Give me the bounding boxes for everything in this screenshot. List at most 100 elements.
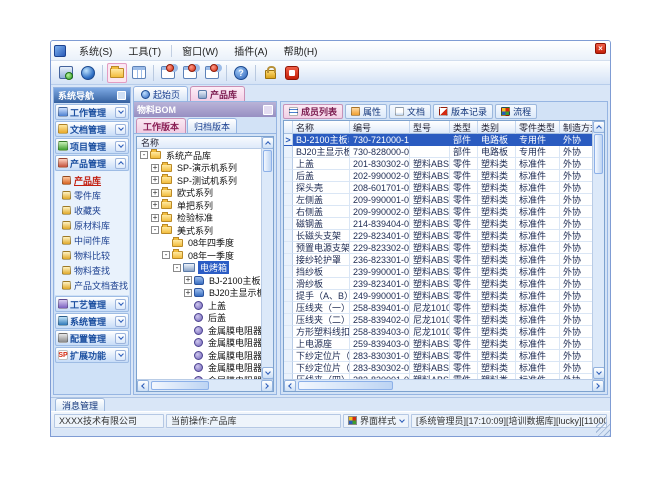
table-row[interactable]: 压线夹（一）258-839401-00X尼龙1010零件塑料类标准件外协条	[284, 302, 592, 314]
table-row[interactable]: 右侧盖209-990002-01X塑料ABS零件塑料类标准件外协条	[284, 206, 592, 218]
table-row[interactable]: 后盖202-990002-01X塑料ABS零件塑料类标准件外协条	[284, 170, 592, 182]
table-row[interactable]: 左侧盖209-990001-01X塑料ABS零件塑料类标准件外协条	[284, 194, 592, 206]
expand-icon[interactable]: +	[151, 164, 159, 172]
tree-node[interactable]: +单把系列	[137, 199, 261, 212]
scroll-down-icon[interactable]	[593, 367, 605, 379]
tab-流程[interactable]: 流程	[495, 104, 537, 119]
chevron-up-icon[interactable]	[115, 158, 126, 169]
scrollbar-thumb[interactable]	[594, 134, 603, 174]
toolbar-button-report-grid[interactable]	[129, 63, 149, 83]
table-header-制造方式[interactable]: 制造方式	[560, 121, 592, 134]
tree-node[interactable]: -系统产品库	[137, 149, 261, 162]
sidebar-group-4[interactable]: 工艺管理	[55, 296, 129, 312]
expand-icon[interactable]: +	[151, 201, 159, 209]
scrollbar-thumb[interactable]	[263, 150, 272, 172]
tree-node[interactable]: +上盖	[137, 299, 261, 312]
scroll-up-icon[interactable]	[262, 137, 274, 149]
tree-node[interactable]: -08年一季度	[137, 249, 261, 262]
scroll-right-icon[interactable]	[592, 380, 604, 392]
table-header-零件类型[interactable]: 零件类型	[516, 121, 560, 134]
scroll-left-icon[interactable]	[137, 380, 149, 392]
sidebar-group-6[interactable]: 配置管理	[55, 330, 129, 346]
sidebar-item-收藏夹[interactable]: 收藏夹	[55, 203, 129, 218]
tree-node[interactable]: +金属膜电阻器	[137, 349, 261, 362]
tab-工作版本[interactable]: 工作版本	[136, 118, 186, 133]
table-row[interactable]: 磁钢盖214-839404-01X塑料ABS零件塑料类标准件外协条	[284, 218, 592, 230]
menu-item-4[interactable]: 帮助(H)	[276, 41, 326, 60]
toolbar-button-globe[interactable]	[78, 63, 98, 83]
toolbar-button-report-edit[interactable]	[180, 63, 200, 83]
table-horizontal-scrollbar[interactable]	[284, 379, 604, 391]
collapse-icon[interactable]: -	[173, 264, 181, 272]
chevron-down-icon[interactable]	[115, 350, 126, 361]
table-row[interactable]: 滑纱板239-823401-00X塑料ABS零件塑料类标准件外协条	[284, 278, 592, 290]
table-row[interactable]: 探头壳208-601701-01X塑料ABS零件塑料类标准件外协条	[284, 182, 592, 194]
scroll-left-icon[interactable]	[284, 380, 296, 392]
table-header-类别[interactable]: 类别	[478, 121, 516, 134]
tab-版本记录[interactable]: 版本记录	[433, 104, 493, 119]
collapse-icon[interactable]: -	[151, 226, 159, 234]
chevron-down-icon[interactable]	[115, 141, 126, 152]
toolbar-button-folder-open[interactable]	[107, 63, 127, 83]
tree-node[interactable]: -电烤箱	[137, 262, 261, 275]
scroll-down-icon[interactable]	[262, 367, 274, 379]
tree-node[interactable]: +金属膜电阻器	[137, 362, 261, 375]
menu-item-0[interactable]: 系统(S)	[71, 41, 120, 60]
scrollbar-thumb[interactable]	[151, 381, 209, 390]
expand-icon[interactable]: +	[151, 214, 159, 222]
chevron-down-icon[interactable]	[115, 124, 126, 135]
sidebar-group-2[interactable]: 项目管理	[55, 138, 129, 154]
resize-grip[interactable]	[596, 422, 610, 436]
tree-node[interactable]: +金属膜电阻器	[137, 324, 261, 337]
scrollbar-thumb[interactable]	[298, 381, 393, 390]
toolbar-button-lock[interactable]	[260, 63, 280, 83]
table-row[interactable]: 下纱定位片（左）283-830301-00X塑料ABS零件塑料类标准件外协条	[284, 350, 592, 362]
table-header-型号[interactable]: 型号	[410, 121, 450, 134]
menu-item-1[interactable]: 工具(T)	[120, 41, 169, 60]
tree-column-header[interactable]: 名称	[137, 137, 261, 149]
tree-node[interactable]: +SP-演示机系列	[137, 162, 261, 175]
table-vertical-scrollbar[interactable]	[592, 121, 604, 379]
close-tab-icon[interactable]: ×	[595, 43, 606, 54]
sidebar-item-零件库[interactable]: 零件库	[55, 188, 129, 203]
tree-node[interactable]: -美式系列	[137, 224, 261, 237]
tree-horizontal-scrollbar[interactable]	[137, 379, 273, 391]
table-row[interactable]: 接纱轮护罩236-823301-00X塑料ABS零件塑料类标准件外协条	[284, 254, 592, 266]
table-header-名称[interactable]: 名称	[293, 121, 350, 134]
tree-node[interactable]: +BJ20主显示板	[137, 287, 261, 300]
tab-成员列表[interactable]: 成员列表	[283, 104, 343, 119]
table-row[interactable]: 压线夹（二）258-839402-00X尼龙1010零件塑料类标准件外协条	[284, 314, 592, 326]
tree-node[interactable]: +08年四季度	[137, 237, 261, 250]
tab-文档[interactable]: 文档	[389, 104, 431, 119]
sidebar-group-0[interactable]: 工作管理	[55, 104, 129, 120]
table-row[interactable]: 上电源座259-839403-00X塑料ABS零件塑料类标准件外协条	[284, 338, 592, 350]
toolbar-button-monitor[interactable]	[56, 63, 76, 83]
bom-panel-pin-icon[interactable]	[263, 105, 273, 115]
table-row[interactable]: BJ20主显示板730-828000-04X部件电路板专用件外协颗	[284, 146, 592, 158]
tab-起始页[interactable]: 起始页	[133, 86, 188, 101]
collapse-icon[interactable]: -	[162, 251, 170, 259]
tree-node[interactable]: +欧式系列	[137, 187, 261, 200]
menu-item-3[interactable]: 插件(A)	[226, 41, 275, 60]
table-header-编号[interactable]: 编号	[350, 121, 410, 134]
ui-style-dropdown[interactable]: 界面样式	[343, 414, 409, 428]
tree-node[interactable]: +SP-测试机系列	[137, 174, 261, 187]
toolbar-button-report-new[interactable]	[158, 63, 178, 83]
sidebar-item-产品库[interactable]: 产品库	[55, 173, 129, 188]
tab-归档版本[interactable]: 归档版本	[187, 118, 237, 133]
toolbar-button-exit[interactable]	[282, 63, 302, 83]
tree-node[interactable]: +检验标准	[137, 212, 261, 225]
sidebar-group-7[interactable]: SP扩展功能	[55, 347, 129, 363]
tree-node[interactable]: +BJ-2100主板单点	[137, 274, 261, 287]
scroll-right-icon[interactable]	[261, 380, 273, 392]
table-header-类型[interactable]: 类型	[450, 121, 478, 134]
expand-icon[interactable]: +	[184, 289, 192, 297]
expand-icon[interactable]: +	[151, 176, 159, 184]
sidebar-item-物料查找[interactable]: 物料查找	[55, 263, 129, 278]
table-row[interactable]: 方形塑料线扣258-839403-00X尼龙1010零件塑料类标准件外协条	[284, 326, 592, 338]
sidebar-header-button[interactable]	[117, 91, 126, 100]
table-row[interactable]: 提手（A、B）249-990001-01X塑料ABS零件塑料类标准件外协条	[284, 290, 592, 302]
message-management-tab[interactable]: 消息管理	[55, 398, 105, 411]
toolbar-button-help[interactable]: ?	[231, 63, 251, 83]
tree-node[interactable]: +金属膜电阻器	[137, 337, 261, 350]
